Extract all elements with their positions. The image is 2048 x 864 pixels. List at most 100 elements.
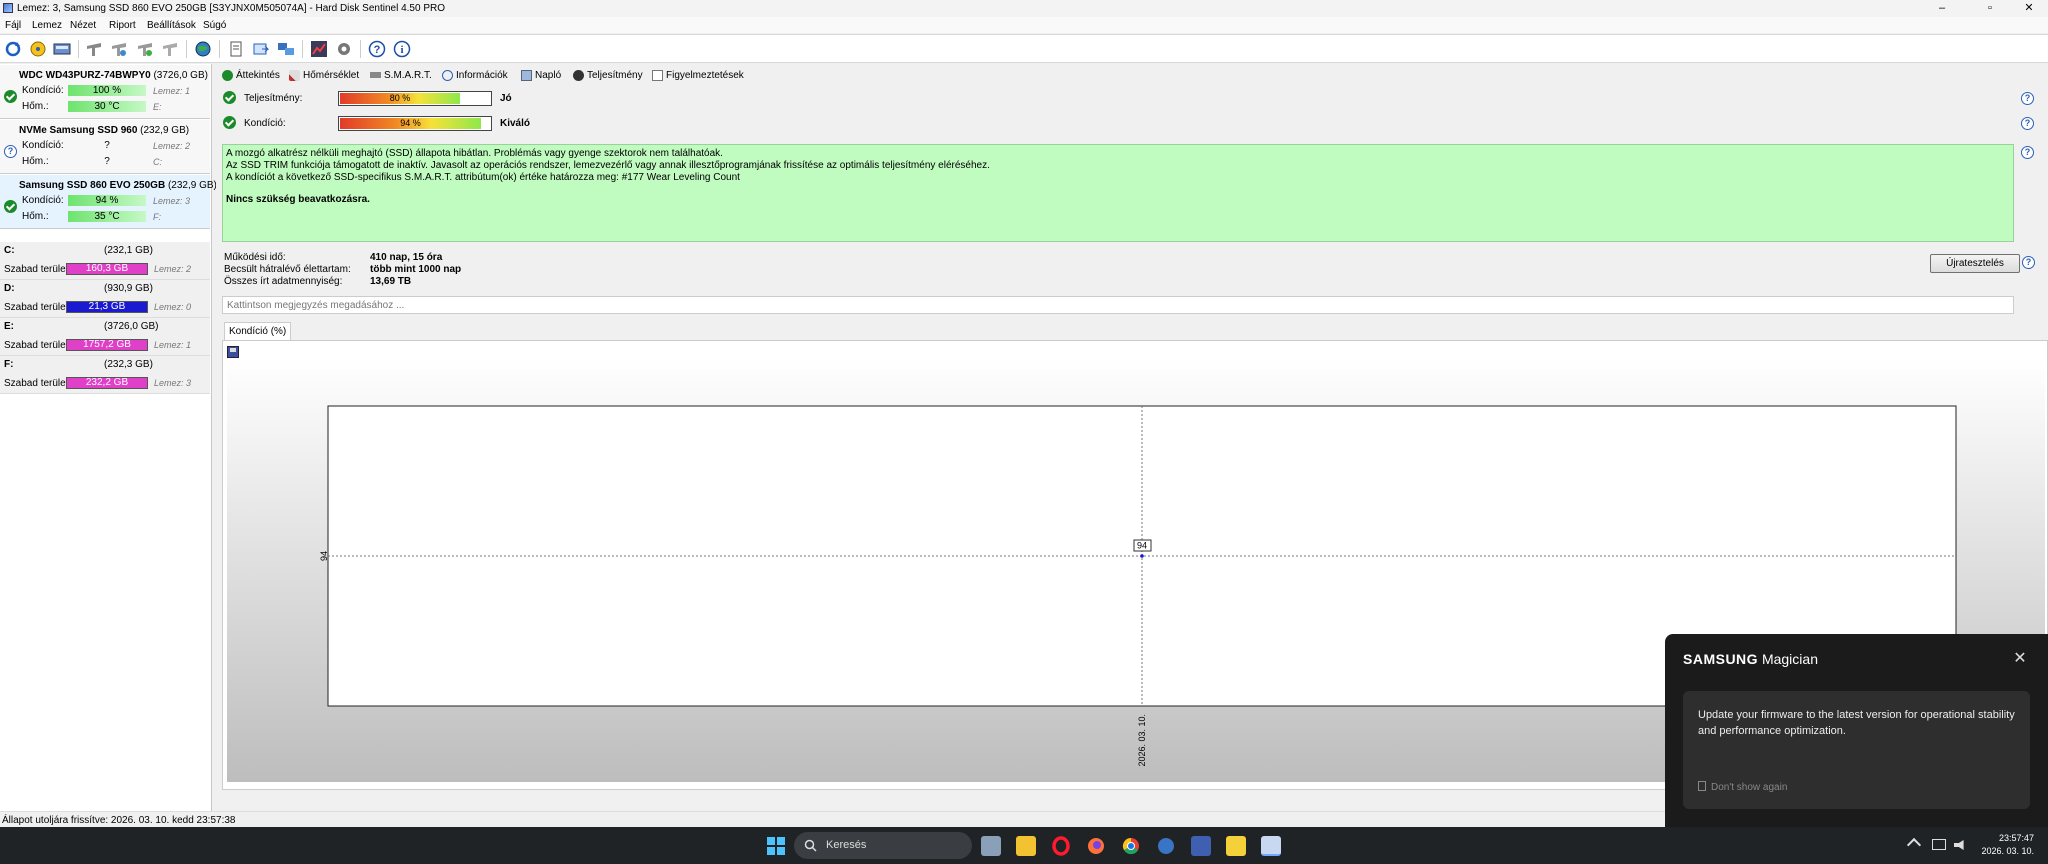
help-icon[interactable]: ?	[2021, 92, 2034, 105]
network-icon[interactable]	[276, 39, 296, 59]
save-app-icon[interactable]	[1191, 836, 1211, 856]
task-view-icon[interactable]	[981, 836, 1001, 856]
menu-disk[interactable]: Lemez	[32, 20, 62, 31]
tab-overview[interactable]: Áttekintés	[222, 67, 280, 83]
condition-fill: 94 %	[340, 118, 481, 129]
trash-icon	[1698, 781, 1706, 791]
close-icon[interactable]: ✕	[2012, 651, 2028, 667]
tab-temperature[interactable]: Hőmérséklet	[289, 67, 359, 83]
drive-letter: E:	[153, 102, 162, 112]
volume-letter: F:	[4, 359, 14, 370]
samsung-magician-notification: SAMSUNG Magician ✕ Update your firmware …	[1665, 634, 2048, 827]
settings-icon[interactable]	[334, 39, 354, 59]
free-space-label: Szabad terület	[4, 302, 69, 313]
volume-icon[interactable]	[1954, 840, 1964, 850]
volume-e[interactable]: E: (3726,0 GB) Szabad terület 1757,2 GB …	[0, 318, 210, 356]
temp-label: Hőm.:	[22, 156, 49, 167]
short-test-icon[interactable]	[135, 39, 155, 59]
condition-label: Kondíció:	[244, 118, 286, 129]
send-report-icon[interactable]	[251, 39, 271, 59]
tab-information[interactable]: Információk	[442, 67, 508, 83]
notes-app-icon[interactable]	[1226, 836, 1246, 856]
menu-help[interactable]: Súgó	[203, 20, 226, 31]
drive-icon[interactable]	[52, 39, 72, 59]
app-icon-qb[interactable]	[1156, 836, 1176, 856]
disk-check-icon[interactable]	[28, 39, 48, 59]
surface-test-icon[interactable]	[109, 39, 129, 59]
chart-icon[interactable]	[309, 39, 329, 59]
free-space-bar: 232,2 GB	[66, 377, 148, 389]
opera-icon[interactable]	[1051, 836, 1071, 856]
tab-label: Információk	[456, 69, 508, 81]
free-space-label: Szabad terület	[4, 378, 69, 389]
hard-disk-sentinel-task-icon[interactable]	[1261, 836, 1281, 856]
dont-show-again-button[interactable]: Don't show again	[1698, 781, 1787, 793]
menu-file[interactable]: Fájl	[5, 20, 21, 31]
close-button[interactable]: ✕	[2014, 1, 2044, 15]
tab-alerts[interactable]: Figyelmeztetések	[652, 67, 744, 83]
search-icon	[804, 839, 817, 852]
network-icon[interactable]	[1932, 839, 1946, 850]
ok-status-icon	[4, 200, 17, 213]
disk-item-2[interactable]: NVMe Samsung SSD 960 (232,9 GB) ? Kondíc…	[0, 120, 210, 174]
free-space-label: Szabad terület	[4, 340, 69, 351]
menu-report[interactable]: Riport	[109, 20, 136, 31]
menu-view[interactable]: Nézet	[70, 20, 96, 31]
dont-show-label: Don't show again	[1711, 782, 1788, 793]
start-icon[interactable]	[766, 836, 786, 856]
volume-f[interactable]: F: (232,3 GB) Szabad terület 232,2 GB Le…	[0, 356, 210, 394]
refresh-icon[interactable]	[3, 39, 23, 59]
volume-c[interactable]: C: (232,1 GB) Szabad terület 160,3 GB Le…	[0, 242, 210, 280]
tab-label: Áttekintés	[236, 69, 280, 81]
tab-performance[interactable]: Teljesítmény	[573, 67, 643, 83]
taskbar-search[interactable]: Keresés	[794, 832, 972, 859]
popup-brand: SAMSUNG Magician	[1683, 651, 1818, 667]
volume-letter: D:	[4, 283, 15, 294]
maximize-button[interactable]: ▫	[1975, 1, 2005, 15]
help-icon[interactable]: ?	[2022, 256, 2035, 269]
disk-item-1[interactable]: WDC WD43PURZ-74BWPY0 (3726,0 GB) Kondíci…	[0, 65, 210, 119]
search-placeholder: Keresés	[826, 839, 867, 851]
menu-settings[interactable]: Beállítások	[147, 20, 196, 31]
file-explorer-icon[interactable]	[1016, 836, 1036, 856]
tab-log[interactable]: Napló	[521, 67, 561, 83]
minimize-button[interactable]: –	[1927, 1, 1957, 15]
test-icon[interactable]	[84, 39, 104, 59]
retest-button[interactable]: Újratesztelés	[1930, 254, 2020, 273]
save-icon[interactable]	[227, 346, 239, 358]
help-icon[interactable]: ?	[2021, 117, 2034, 130]
notification-message: Update your firmware to the latest versi…	[1698, 709, 2015, 737]
tab-smart[interactable]: S.M.A.R.T.	[370, 67, 432, 83]
info-line: Az SSD TRIM funkciója támogatott de inak…	[226, 160, 990, 171]
svg-text:?: ?	[374, 44, 381, 56]
taskbar-clock[interactable]: 23:57:47 2026. 03. 10.	[1970, 832, 2034, 858]
action-text: Nincs szükség beavatkozásra.	[226, 194, 370, 205]
extended-test-icon[interactable]	[160, 39, 180, 59]
condition-value: ?	[104, 140, 110, 151]
disk-name: Samsung SSD 860 EVO 250GB (232,9 GB)	[19, 180, 217, 191]
firefox-icon[interactable]	[1086, 836, 1106, 856]
toolbar: ? i	[0, 34, 2048, 63]
data-point	[1140, 554, 1144, 558]
tray-overflow-icon[interactable]	[1906, 837, 1922, 853]
tab-label: Napló	[535, 69, 562, 81]
tab-label: Teljesítmény	[587, 69, 643, 81]
help-icon[interactable]: ?	[2021, 146, 2034, 159]
chrome-icon[interactable]	[1121, 836, 1141, 856]
unknown-status-icon: ?	[4, 145, 17, 158]
volume-disk-ref: Lemez: 3	[154, 378, 192, 388]
tab-strip: Áttekintés Hőmérséklet S.M.A.R.T. Inform…	[216, 64, 2048, 84]
clock-date: 2026. 03. 10.	[1981, 846, 2034, 856]
report-icon[interactable]	[226, 39, 246, 59]
about-icon[interactable]: i	[392, 39, 412, 59]
info-line: A kondíciót a következő SSD-specifikus S…	[226, 172, 740, 183]
condition-value: 100 %	[68, 85, 146, 96]
ok-status-icon	[4, 90, 17, 103]
help-icon[interactable]: ?	[367, 39, 387, 59]
tab-condition-chart[interactable]: Kondíció (%)	[224, 322, 292, 340]
condition-label: Kondíció:	[22, 195, 64, 206]
disk-item-3[interactable]: Samsung SSD 860 EVO 250GB (232,9 GB) Kon…	[0, 175, 217, 229]
volume-d[interactable]: D: (930,9 GB) Szabad terület 21,3 GB Lem…	[0, 280, 210, 318]
note-input[interactable]: Kattintson megjegyzés megadásához ...	[222, 296, 2014, 314]
globe-icon[interactable]	[193, 39, 213, 59]
